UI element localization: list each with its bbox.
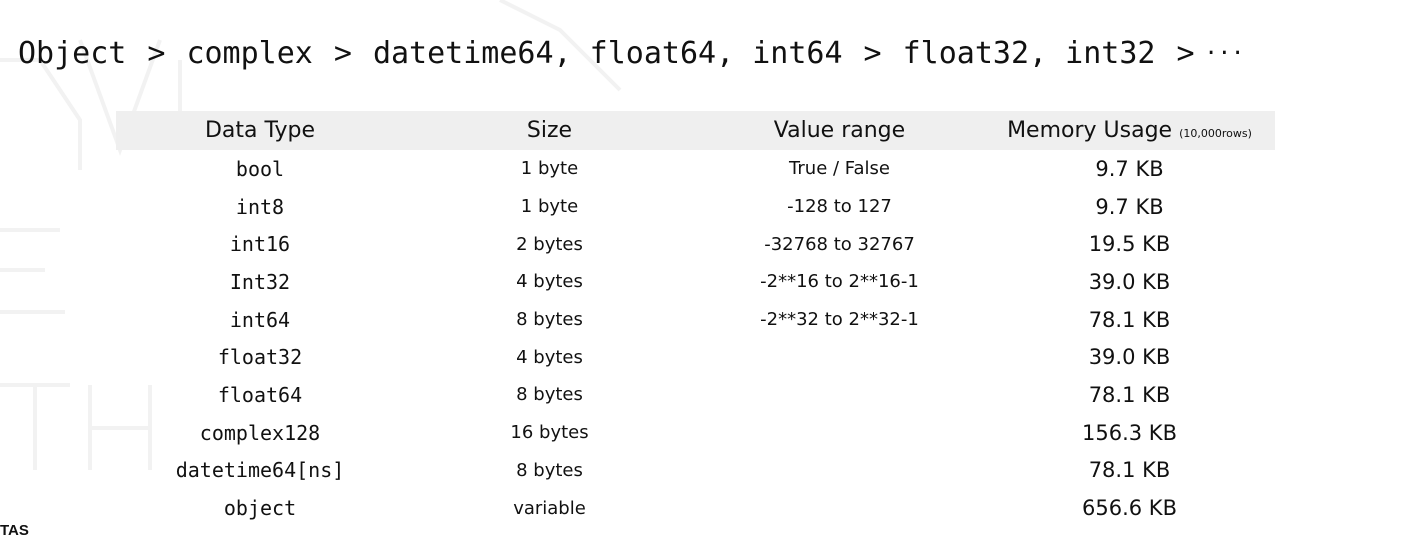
- breadcrumb-item-32bit-types: float32, int32: [902, 36, 1156, 71]
- table-header-row: Data Type Size Value range Memory Usage …: [116, 111, 1275, 150]
- breadcrumb-item-64bit-types: datetime64, float64, int64: [372, 36, 843, 71]
- cell-memory-usage: 9.7 KB: [1095, 194, 1164, 219]
- breadcrumb-separator-chevron: >: [333, 36, 352, 71]
- cell-data-type: int16: [229, 232, 291, 257]
- cell-value-range: True / False: [789, 158, 890, 180]
- cell-size: 4 bytes: [516, 346, 583, 368]
- cell-value-range: -2**32 to 2**32-1: [760, 309, 919, 331]
- cell-value-range: [695, 452, 984, 490]
- cell-data-type: object: [223, 496, 297, 521]
- cell-size: 1 byte: [520, 196, 579, 218]
- cell-memory-usage: 156.3 KB: [1082, 420, 1177, 445]
- cell-value-range: [695, 414, 984, 452]
- cell-data-type: bool: [235, 156, 285, 181]
- cell-size: 2 bytes: [516, 233, 583, 255]
- breadcrumb-separator-chevron: >: [1176, 36, 1195, 71]
- data-types-table: Data Type Size Value range Memory Usage …: [116, 111, 1275, 527]
- cell-size: 4 bytes: [516, 271, 583, 293]
- cell-size: 8 bytes: [516, 459, 583, 481]
- header-size: Size: [526, 118, 573, 143]
- cell-size: 8 bytes: [516, 309, 583, 331]
- breadcrumb-separator-chevron: >: [147, 36, 166, 71]
- table-row: Int32 4 bytes -2**16 to 2**16-1 39.0 KB: [116, 263, 1275, 301]
- table-row: float64 8 bytes 78.1 KB: [116, 376, 1275, 414]
- cell-size: 8 bytes: [516, 384, 583, 406]
- table-row: bool 1 byte True / False 9.7 KB: [116, 150, 1275, 188]
- cell-memory-usage: 78.1 KB: [1088, 382, 1171, 407]
- table-row: object variable 656.6 KB: [116, 489, 1275, 527]
- breadcrumb-item-object: Object: [18, 36, 127, 71]
- cell-value-range: -32768 to 32767: [764, 233, 915, 255]
- cell-memory-usage: 656.6 KB: [1082, 496, 1177, 521]
- breadcrumb-separator-chevron: >: [863, 36, 882, 71]
- table-row: datetime64[ns] 8 bytes 78.1 KB: [116, 452, 1275, 490]
- cell-value-range: -128 to 127: [787, 196, 892, 218]
- cell-size: 1 byte: [520, 158, 579, 180]
- cell-memory-usage: 39.0 KB: [1088, 345, 1171, 370]
- cell-memory-usage: 9.7 KB: [1095, 156, 1164, 181]
- cell-size: variable: [513, 497, 586, 519]
- cell-value-range: [695, 489, 984, 527]
- cell-value-range: -2**16 to 2**16-1: [760, 271, 919, 293]
- cell-memory-usage: 39.0 KB: [1088, 269, 1171, 294]
- cell-memory-usage: 19.5 KB: [1088, 232, 1171, 257]
- breadcrumb-item-complex: complex: [186, 36, 313, 71]
- cell-size: 16 bytes: [510, 422, 589, 444]
- table-row: int8 1 byte -128 to 127 9.7 KB: [116, 188, 1275, 226]
- header-memory-usage-note: (10,000rows): [1179, 127, 1252, 140]
- cell-memory-usage: 78.1 KB: [1088, 458, 1171, 483]
- table-row: int64 8 bytes -2**32 to 2**32-1 78.1 KB: [116, 301, 1275, 339]
- cell-data-type: float64: [217, 382, 303, 407]
- cell-data-type: int64: [229, 307, 291, 332]
- breadcrumb: Object > complex > datetime64, float64, …: [18, 36, 1423, 71]
- cell-data-type: datetime64[ns]: [175, 458, 345, 483]
- corner-partial-text: TAS: [0, 522, 29, 539]
- header-memory-usage-label: Memory Usage: [1007, 118, 1173, 143]
- cell-memory-usage: 78.1 KB: [1088, 307, 1171, 332]
- cell-data-type: int8: [235, 194, 285, 219]
- cell-data-type: complex128: [199, 420, 321, 445]
- breadcrumb-ellipsis: ···: [1204, 41, 1245, 66]
- cell-data-type: float32: [217, 345, 303, 370]
- table-row: int16 2 bytes -32768 to 32767 19.5 KB: [116, 225, 1275, 263]
- cell-data-type: Int32: [229, 269, 291, 294]
- header-value-range: Value range: [773, 118, 906, 143]
- table-row: complex128 16 bytes 156.3 KB: [116, 414, 1275, 452]
- cell-value-range: [695, 376, 984, 414]
- cell-value-range: [695, 338, 984, 376]
- header-data-type: Data Type: [204, 118, 316, 143]
- table-row: float32 4 bytes 39.0 KB: [116, 338, 1275, 376]
- header-memory-usage: Memory Usage (10,000rows): [984, 111, 1275, 150]
